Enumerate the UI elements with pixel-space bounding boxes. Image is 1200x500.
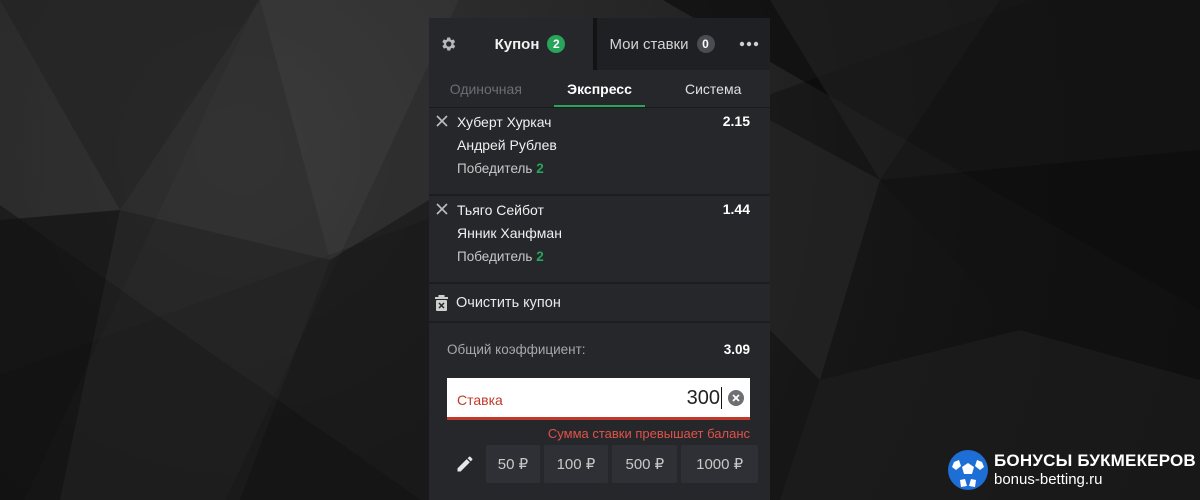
bet-player-2: Андрей Рублев <box>457 137 557 153</box>
bet-market: Победитель 2 <box>457 161 544 176</box>
brand-text: БОНУСЫ БУКМЕКЕРОВ bonus-betting.ru <box>994 451 1196 489</box>
brand-site: bonus-betting.ru <box>994 471 1103 488</box>
stake-label: Ставка <box>457 392 503 408</box>
brand-watermark: БОНУСЫ БУКМЕКЕРОВ bonus-betting.ru <box>948 448 1196 492</box>
clear-input-icon[interactable] <box>728 390 744 406</box>
soccer-ball-pattern <box>949 451 987 489</box>
tab-my-bets[interactable]: Мои ставки 0 <box>593 18 727 70</box>
soccer-ball-icon <box>948 450 988 490</box>
stake-value: 300 <box>686 387 720 409</box>
trash-icon <box>435 294 448 311</box>
bet-market-label: Победитель <box>457 249 533 264</box>
quick-amounts: 50 ₽ 100 ₽ 500 ₽ 1000 ₽ <box>447 445 759 483</box>
tab-single[interactable]: Одиночная <box>429 70 543 107</box>
total-coefficient-label: Общий коэффициент: <box>447 341 586 357</box>
tab-coupon[interactable]: Купон 2 <box>467 18 593 70</box>
clear-x-glyph <box>732 394 740 402</box>
quick-amount-100[interactable]: 100 ₽ <box>543 445 609 483</box>
stake-error-message: Сумма ставки превышает баланс <box>547 426 750 441</box>
gear-icon <box>442 37 456 51</box>
bet-player-1: Тьяго Сейбот <box>457 202 544 218</box>
more-icon <box>739 41 758 47</box>
total-coefficient-value: 3.09 <box>723 341 750 357</box>
total-coefficient: Общий коэффициент: 3.09 <box>429 323 770 375</box>
coupon-count-badge: 2 <box>547 35 566 53</box>
bet-slip-tabs: Купон 2 Мои ставки 0 <box>429 18 770 70</box>
bet-outcome: 2 <box>536 249 544 264</box>
quick-amount-500[interactable]: 500 ₽ <box>612 445 678 483</box>
quick-amount-50[interactable]: 50 ₽ <box>486 445 540 483</box>
close-icon[interactable] <box>436 115 448 127</box>
bet-outcome: 2 <box>536 161 544 176</box>
edit-amounts-button[interactable] <box>447 454 482 474</box>
settings-button[interactable] <box>429 18 467 70</box>
clear-coupon-button[interactable]: Очистить купон <box>429 284 770 323</box>
bet-type-tabs: Одиночная Экспресс Система <box>429 70 770 108</box>
bet-item: Хуберт Хуркач Андрей Рублев Победитель 2… <box>429 108 770 196</box>
bet-odd: 2.15 <box>722 113 750 129</box>
my-bets-count-badge: 0 <box>696 35 715 53</box>
quick-amount-1000[interactable]: 1000 ₽ <box>681 445 759 483</box>
bet-market: Победитель 2 <box>457 249 544 264</box>
close-icon[interactable] <box>436 203 448 215</box>
clear-coupon-label: Очистить купон <box>456 294 561 311</box>
bet-odd: 1.44 <box>722 201 750 217</box>
tab-coupon-label: Купон <box>494 35 540 53</box>
bet-player-2: Янник Ханфман <box>457 225 562 241</box>
bet-slip-panel: Купон 2 Мои ставки 0 Одиночная Экспресс … <box>429 18 770 500</box>
stake-input[interactable]: Ставка 300 <box>447 378 750 420</box>
tab-my-bets-label: Мои ставки <box>609 35 689 53</box>
text-cursor <box>721 387 722 409</box>
bet-player-1: Хуберт Хуркач <box>457 114 552 130</box>
bet-market-label: Победитель <box>457 161 533 176</box>
bet-item: Тьяго Сейбот Янник Ханфман Победитель 2 … <box>429 196 770 284</box>
brand-title: БОНУСЫ БУКМЕКЕРОВ <box>994 451 1196 470</box>
pencil-icon <box>457 456 473 472</box>
tab-system[interactable]: Система <box>656 70 770 107</box>
tab-express[interactable]: Экспресс <box>543 70 657 107</box>
more-button[interactable] <box>727 18 770 70</box>
